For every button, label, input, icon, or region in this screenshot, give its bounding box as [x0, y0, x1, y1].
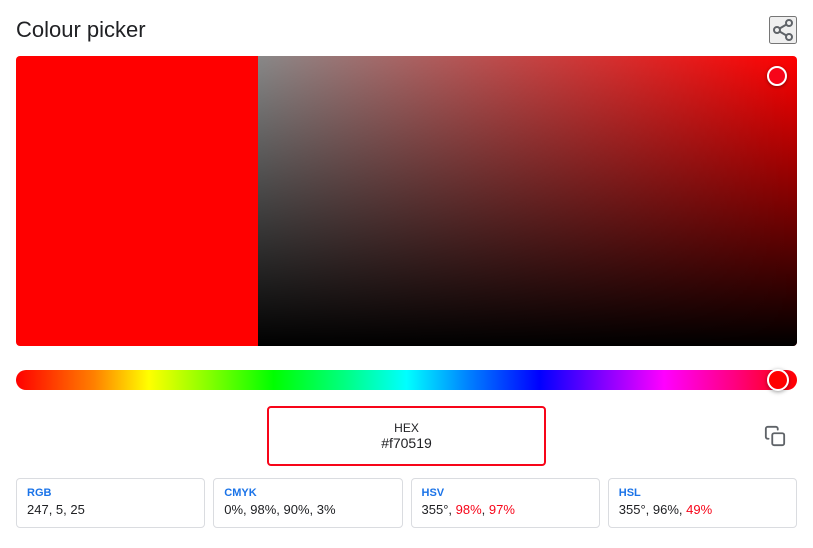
- hsv-value: 355°, 98%, 97%: [422, 502, 515, 517]
- hex-label: HEX: [394, 421, 419, 435]
- rgb-value: 247, 5, 25: [27, 502, 85, 517]
- hue-slider-thumb[interactable]: [767, 369, 789, 391]
- color-values-row: RGB 247, 5, 25 CMYK 0%, 98%, 90%, 3% HSV…: [16, 478, 797, 528]
- color-picker-area[interactable]: [16, 56, 797, 346]
- share-button[interactable]: [769, 16, 797, 44]
- picker-solid-color: [16, 56, 258, 346]
- hex-box[interactable]: HEX #f70519: [267, 406, 546, 466]
- picker-thumb[interactable]: [767, 66, 787, 86]
- copy-button[interactable]: [753, 425, 797, 447]
- rgb-label: RGB: [27, 487, 194, 499]
- hue-slider-track[interactable]: [16, 370, 797, 390]
- picker-gradient-area: [258, 56, 797, 346]
- header: Colour picker: [16, 16, 797, 44]
- color-value-rgb: RGB 247, 5, 25: [16, 478, 205, 528]
- color-value-hsv: HSV 355°, 98%, 97%: [411, 478, 600, 528]
- hsv-label: HSV: [422, 487, 589, 499]
- hsl-value: 355°, 96%, 49%: [619, 502, 712, 517]
- hex-value: #f70519: [381, 435, 432, 451]
- color-value-hsl: HSL 355°, 96%, 49%: [608, 478, 797, 528]
- cmyk-label: CMYK: [224, 487, 391, 499]
- hex-section: HEX #f70519: [16, 406, 797, 466]
- color-value-cmyk: CMYK 0%, 98%, 90%, 3%: [213, 478, 402, 528]
- hue-slider-container[interactable]: [16, 370, 797, 390]
- page-title: Colour picker: [16, 17, 146, 43]
- hsl-label: HSL: [619, 487, 786, 499]
- picker-gradient-inner: [258, 56, 797, 346]
- cmyk-value: 0%, 98%, 90%, 3%: [224, 502, 335, 517]
